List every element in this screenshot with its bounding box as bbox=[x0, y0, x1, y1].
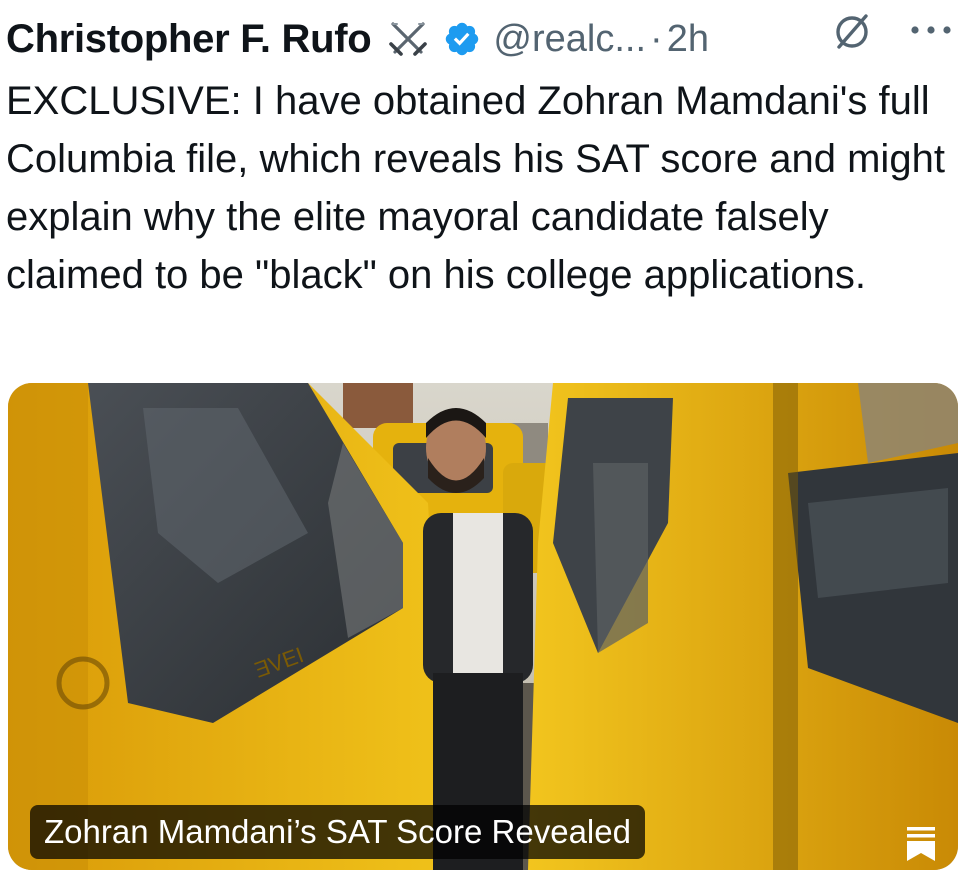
tweet-text: EXCLUSIVE: I have obtained Zohran Mamdan… bbox=[6, 79, 945, 297]
crossed-swords-icon bbox=[385, 16, 431, 62]
article-photo: ƎVEI bbox=[8, 383, 958, 870]
media-caption: Zohran Mamdani’s SAT Score Revealed bbox=[30, 805, 645, 859]
article-reader-icon[interactable] bbox=[903, 823, 939, 863]
grok-icon[interactable] bbox=[830, 10, 874, 54]
more-options-icon[interactable] bbox=[908, 20, 954, 40]
tweet-header: Christopher F. Rufo @realc... · 2h bbox=[6, 8, 956, 70]
timestamp[interactable]: 2h bbox=[667, 18, 709, 61]
author-name[interactable]: Christopher F. Rufo bbox=[6, 17, 372, 62]
separator-dot: · bbox=[650, 17, 663, 60]
link-preview-card[interactable]: ƎVEI Zohran Mamdani’s SAT Score Revealed bbox=[8, 383, 958, 870]
author-handle[interactable]: @realc... bbox=[493, 18, 646, 61]
verified-badge-icon[interactable] bbox=[443, 20, 481, 58]
